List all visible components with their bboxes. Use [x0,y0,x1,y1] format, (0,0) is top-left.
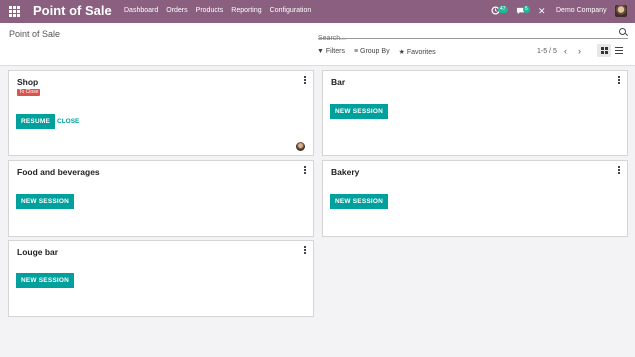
status-badge: To Close [17,89,41,96]
pager-previous-icon[interactable]: ‹ [564,47,567,56]
card-title: Louge bar [17,247,59,257]
group-by-label: Group By [360,48,390,55]
pos-card-bakery: Bakery NEW SESSION [322,160,628,237]
new-session-button[interactable]: NEW SESSION [16,194,75,209]
list-view-icon[interactable] [615,47,623,55]
company-switcher[interactable]: Demo Company [556,7,607,14]
card-options-icon[interactable] [304,166,306,174]
pos-card-louge-bar: Louge bar NEW SESSION [8,240,314,317]
pager-value[interactable]: 1-5 / 5 [537,48,557,55]
pos-card-bar: Bar NEW SESSION [322,70,628,156]
search-options: ▼ Filters ≡ Group By ★ Favorites [317,48,436,56]
search-icon[interactable] [619,28,626,35]
pos-card-food-and-beverages: Food and beverages NEW SESSION [8,160,314,237]
search-input[interactable] [318,33,613,44]
card-options-icon[interactable] [618,166,620,174]
card-title: Bakery [331,167,360,177]
favorites-button[interactable]: ★ Favorites [399,48,436,56]
main-menu: Dashboard Orders Products Reporting Conf… [124,7,311,14]
card-options-icon[interactable] [304,246,306,254]
control-panel: Point of Sale ▼ Filters ≡ Group By ★ Fav… [0,23,635,66]
card-title: Bar [331,77,346,87]
card-title: Food and beverages [17,167,100,177]
group-by-icon: ≡ [353,48,359,55]
top-navbar: Point of Sale Dashboard Orders Products … [0,0,635,23]
kanban-view-button[interactable] [597,44,611,57]
group-by-button[interactable]: ≡ Group By [354,48,390,56]
session-user-avatar [296,142,305,151]
new-session-button[interactable]: NEW SESSION [16,273,75,288]
pos-card-shop: Shop To Close RESUME CLOSE [8,70,314,156]
debug-tools-icon[interactable]: ✕ [538,6,546,17]
messages-count-badge: 5 [523,6,530,13]
filter-icon: ▼ [317,48,324,55]
pager-next-icon[interactable]: › [578,47,581,56]
menu-item-configuration[interactable]: Configuration [270,7,312,14]
menu-item-orders[interactable]: Orders [166,7,187,14]
card-title: Shop [17,77,39,87]
filters-button[interactable]: ▼ Filters [317,48,345,56]
new-session-button[interactable]: NEW SESSION [330,194,389,209]
card-options-icon[interactable] [304,76,306,84]
filters-label: Filters [325,48,345,55]
menu-item-products[interactable]: Products [196,7,224,14]
new-session-button[interactable]: NEW SESSION [330,104,389,119]
user-avatar[interactable] [615,5,627,17]
apps-menu-icon[interactable] [9,6,20,17]
menu-item-reporting[interactable]: Reporting [231,7,261,14]
card-options-icon[interactable] [618,76,620,84]
star-icon: ★ [398,49,405,56]
favorites-label: Favorites [406,49,436,56]
breadcrumb: Point of Sale [9,29,61,39]
activity-count-badge: 47 [498,6,508,13]
kanban-view-icon [601,47,608,54]
app-title: Point of Sale [33,3,112,18]
search-bar [318,27,628,44]
resume-button[interactable]: RESUME [16,114,56,129]
close-session-button[interactable]: CLOSE [57,114,79,129]
menu-item-dashboard[interactable]: Dashboard [124,7,158,14]
